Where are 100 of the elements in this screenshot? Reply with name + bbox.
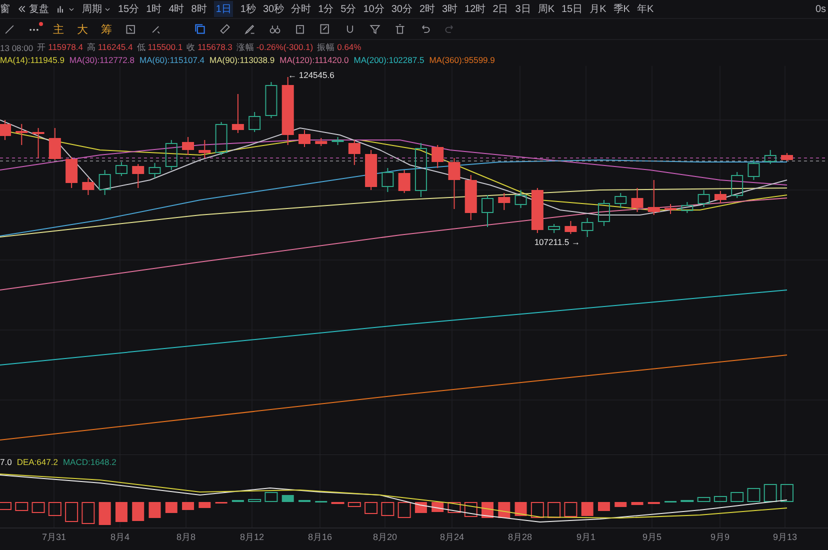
binoculars-icon[interactable] [269, 23, 281, 35]
interval-tab[interactable]: 季K [613, 2, 630, 16]
interval-tab[interactable]: 15日 [561, 2, 583, 16]
macd-value-label: DEA:647.2 [16, 457, 58, 467]
candlestick [98, 170, 111, 196]
candlestick [664, 204, 677, 214]
field-value: 115678.3 [198, 42, 232, 54]
interval-tab[interactable]: 2日 [492, 2, 508, 16]
interval-tab[interactable]: 10分 [363, 2, 384, 16]
undo-icon[interactable] [419, 23, 431, 35]
candlestick [215, 122, 228, 156]
filter-icon[interactable] [369, 23, 381, 35]
candlestick [165, 140, 178, 170]
period-dropdown[interactable]: 周期 [82, 2, 102, 16]
interval-tab[interactable]: 1秒 [240, 2, 256, 16]
bar-chart-icon[interactable] [56, 4, 66, 14]
macd-bar [747, 488, 760, 502]
indicator-button[interactable]: 大 [77, 22, 88, 36]
candlestick [82, 178, 94, 196]
interval-tab[interactable]: 12时 [464, 2, 486, 16]
candlestick [148, 162, 161, 178]
date-axis-label: 9月13 [772, 532, 798, 542]
candlestick [498, 192, 510, 210]
candlestick [332, 136, 344, 146]
macd-bar [348, 502, 361, 507]
line-tool-icon[interactable] [4, 24, 15, 34]
candlestick [432, 144, 444, 168]
field-value: -0.26%(-300.1) [256, 42, 314, 54]
field-label: 高 [86, 42, 96, 54]
trash-icon[interactable] [394, 23, 406, 35]
indicator-button[interactable]: 筹 [101, 22, 112, 36]
interval-tab[interactable]: 1日 [214, 1, 234, 17]
candlestick [614, 192, 627, 208]
interval-tab[interactable]: 2时 [419, 2, 435, 16]
moving-average-label: MA(120):111420.0 [280, 55, 349, 65]
candlestick [132, 164, 144, 188]
date-axis-label: 8月4 [110, 532, 130, 542]
notification-dot [39, 22, 43, 26]
macd-bar [132, 502, 144, 521]
macd-bar [65, 502, 78, 522]
magnet-icon[interactable] [344, 23, 356, 35]
date-axis-label: 9月5 [642, 532, 662, 542]
pen-icon[interactable] [244, 23, 256, 35]
copy-icon[interactable] [194, 23, 206, 35]
candlestick [32, 128, 44, 158]
interval-tab[interactable]: 4时 [168, 2, 184, 16]
interval-tab[interactable]: 15分 [118, 2, 140, 16]
field-label: 开 [37, 42, 46, 54]
macd-bar [614, 502, 627, 507]
candlestick [348, 140, 360, 166]
window-tab[interactable]: 窗 [0, 2, 10, 16]
interval-tab[interactable]: 分时 [291, 2, 312, 16]
candlestick [564, 220, 577, 234]
candlestick [731, 172, 744, 198]
macd-bar [714, 496, 727, 502]
edit-note-icon[interactable] [319, 23, 331, 35]
interval-tab[interactable]: 30秒 [262, 2, 284, 16]
time-label: 13 08:00 [0, 43, 34, 53]
price-marker-label: ← 124545.6 [288, 70, 334, 80]
interval-tab[interactable]: 月K [590, 2, 606, 16]
macd-value-label: 7.0 [0, 457, 12, 467]
field-value: 116245.4 [98, 42, 133, 54]
replay-button[interactable]: 复盘 [29, 2, 49, 16]
candlestick [482, 194, 494, 228]
macd-bar [730, 492, 744, 502]
caret-down-icon[interactable] [68, 6, 75, 12]
interval-tab[interactable]: 3时 [442, 2, 458, 16]
interval-tab[interactable]: 30分 [391, 2, 412, 16]
macd-bar [414, 502, 427, 513]
double-chevron-left-icon[interactable] [17, 4, 27, 14]
timer-label: 0s [815, 4, 826, 14]
candlestick [581, 218, 594, 238]
interval-tab[interactable]: 3日 [515, 2, 531, 16]
indicator-button[interactable]: 主 [53, 22, 64, 36]
interval-tab[interactable]: 周K [538, 2, 554, 16]
macd-bar [248, 499, 262, 502]
caret-down-icon[interactable] [104, 6, 111, 12]
macd-bar [514, 502, 527, 516]
candlestick [781, 152, 793, 162]
interval-tab[interactable]: 5分 [340, 2, 356, 16]
interval-tab[interactable]: 年K [636, 2, 654, 16]
macd-bar [0, 502, 12, 510]
field-value: 115978.4 [48, 42, 83, 54]
candlestick [548, 224, 560, 234]
date-axis-label: 9月1 [576, 532, 596, 542]
interval-tab[interactable]: 8时 [191, 2, 207, 16]
candlestick [748, 160, 760, 180]
candlestick [648, 180, 660, 216]
interval-tab[interactable]: 1时 [146, 2, 162, 16]
interval-tab[interactable]: 1分 [318, 2, 334, 16]
moving-average-label: MA(14):111945.9 [0, 55, 64, 65]
macd-bar [448, 502, 461, 513]
date-axis-label: 8月24 [440, 532, 464, 542]
macd-bar [115, 502, 128, 522]
moving-average-label: MA(60):115107.4 [139, 55, 205, 65]
pen-slash-icon[interactable] [150, 23, 162, 35]
candlestick [232, 94, 244, 134]
ruler-icon[interactable] [219, 23, 231, 35]
candlestick [714, 190, 726, 204]
date-axis-label: 8月12 [240, 532, 264, 542]
